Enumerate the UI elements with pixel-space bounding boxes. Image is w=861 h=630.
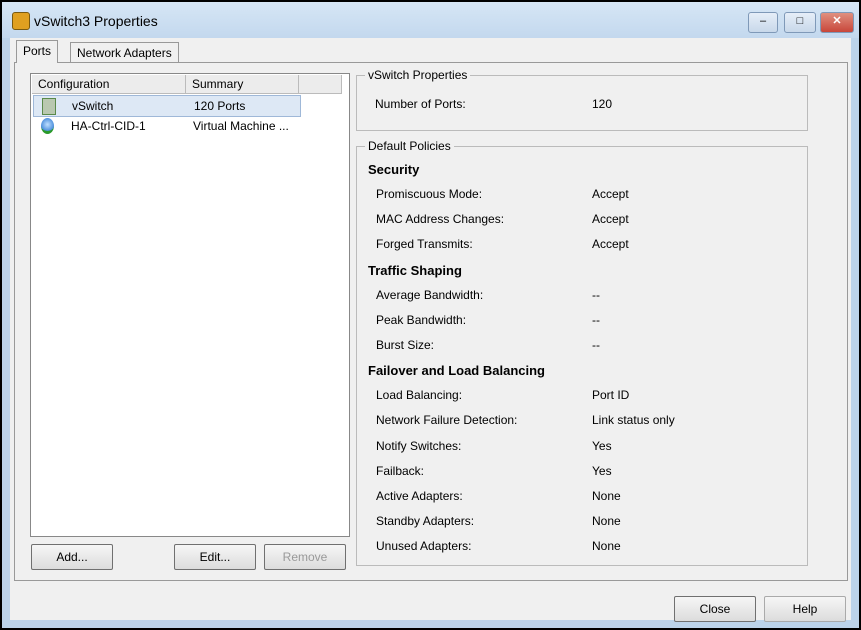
- policy-value: Yes: [592, 438, 612, 453]
- port-group-globe-icon: [41, 118, 54, 134]
- policy-label: Average Bandwidth:: [376, 287, 484, 302]
- column-empty: [299, 75, 342, 94]
- group-title: Default Policies: [365, 139, 454, 153]
- number-of-ports-label: Number of Ports:: [375, 97, 466, 111]
- policy-value: --: [592, 287, 600, 302]
- window-title: vSwitch3 Properties: [34, 13, 158, 29]
- minimize-button[interactable]: –: [748, 12, 778, 33]
- title-bar: vSwitch3 Properties – □ ✕: [2, 2, 859, 38]
- close-button[interactable]: Close: [674, 596, 756, 622]
- policy-value: None: [592, 514, 621, 529]
- default-policies-group: Default Policies Security Promiscuous Mod…: [356, 139, 808, 566]
- policy-label: Network Failure Detection:: [376, 413, 518, 428]
- row-summary: Virtual Machine ...: [193, 119, 289, 133]
- policy-value: Accept: [592, 237, 629, 252]
- dialog-client: Ports Network Adapters Configuration Sum…: [10, 38, 851, 622]
- section-heading: Failover and Load Balancing: [368, 363, 545, 379]
- policy-value: Yes: [592, 463, 612, 478]
- maximize-button[interactable]: □: [784, 12, 816, 33]
- policy-label: Standby Adapters:: [376, 514, 475, 529]
- policy-label: Burst Size:: [376, 338, 435, 352]
- policy-value: None: [592, 539, 621, 554]
- close-window-button[interactable]: ✕: [820, 12, 854, 33]
- column-configuration[interactable]: Configuration: [32, 75, 186, 94]
- policy-value: Accept: [592, 187, 629, 201]
- policy-value: --: [592, 338, 600, 352]
- policy-value: Port ID: [592, 388, 630, 403]
- row-config: HA-Ctrl-CID-1: [71, 119, 146, 133]
- policy-label: MAC Address Changes:: [376, 212, 505, 227]
- column-summary[interactable]: Summary: [186, 75, 299, 94]
- edit-button[interactable]: Edit...: [174, 544, 256, 570]
- vsphere-app-icon: [12, 12, 30, 30]
- policy-label: Failback:: [376, 463, 425, 478]
- number-of-ports-value: 120: [592, 97, 613, 111]
- row-summary: 120 Ports: [194, 99, 246, 113]
- policy-label: Active Adapters:: [376, 489, 463, 503]
- row-config: vSwitch: [72, 99, 114, 113]
- vswitch-icon: [42, 98, 56, 115]
- group-title: vSwitch Properties: [365, 68, 471, 82]
- list-item[interactable]: vSwitch 120 Ports: [33, 95, 301, 117]
- list-item[interactable]: HA-Ctrl-CID-1 Virtual Machine ...: [33, 116, 299, 136]
- policy-value: Link status only: [592, 413, 675, 428]
- ports-list[interactable]: Configuration Summary vSwitch 120 Ports …: [30, 73, 350, 537]
- policy-label: Notify Switches:: [376, 438, 462, 453]
- policy-value: Accept: [592, 212, 629, 227]
- policy-label: Promiscuous Mode:: [376, 187, 483, 201]
- tab-ports[interactable]: Ports: [16, 40, 59, 63]
- policy-value: --: [592, 312, 600, 327]
- tab-network-adapters[interactable]: Network Adapters: [70, 42, 179, 63]
- vswitch-properties-group: vSwitch Properties Number of Ports: 120: [356, 68, 808, 131]
- policy-label: Forged Transmits:: [376, 237, 473, 252]
- section-heading: Traffic Shaping: [368, 262, 462, 278]
- remove-button: Remove: [264, 544, 346, 570]
- help-button[interactable]: Help: [764, 596, 846, 622]
- policy-label: Unused Adapters:: [376, 539, 472, 554]
- policy-label: Peak Bandwidth:: [376, 312, 467, 327]
- properties-window: vSwitch3 Properties – □ ✕ Ports Network …: [2, 2, 859, 628]
- section-heading: Security: [368, 162, 420, 177]
- policy-label: Load Balancing:: [376, 388, 463, 403]
- add-button[interactable]: Add...: [31, 544, 113, 570]
- policy-value: None: [592, 489, 621, 503]
